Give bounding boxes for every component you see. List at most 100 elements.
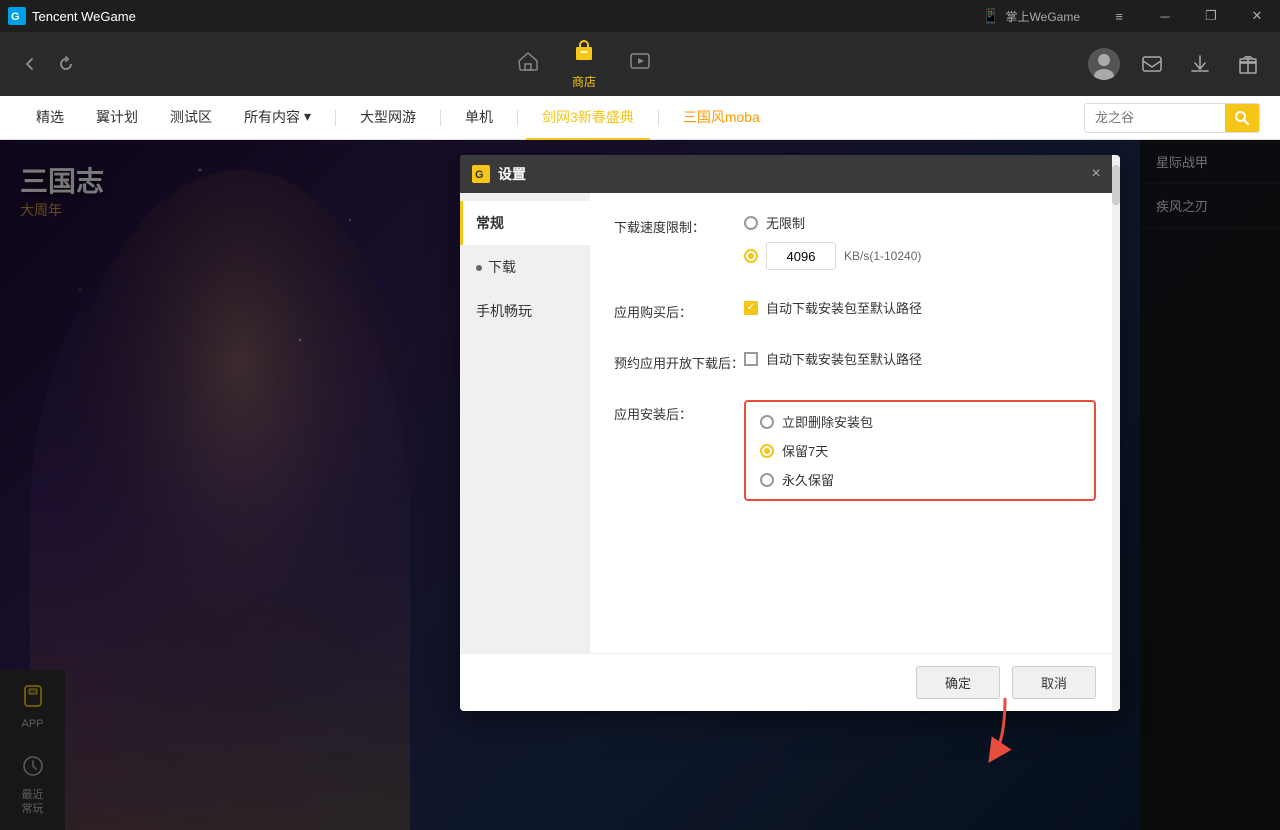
app-logo: G Tencent WeGame	[8, 7, 136, 25]
speed-limit-label: 下载速度限制：	[614, 213, 744, 236]
shop-icon	[572, 39, 596, 69]
after-buy-section: 应用购买后： ✓ 自动下载安装包至默认路径	[614, 298, 1096, 321]
speed-input[interactable]	[766, 242, 836, 270]
keep-forever-label: 永久保留	[782, 470, 834, 489]
nav-jiannwang[interactable]: 剑网3新春盛典	[526, 96, 650, 140]
nav-buttons	[16, 50, 80, 78]
after-install-label: 应用安装后：	[614, 400, 744, 423]
search-input[interactable]	[1085, 110, 1225, 125]
after-install-options-box: 立即删除安装包 保留7天 永久保留	[744, 400, 1096, 501]
sidebar-shoujipangwan[interactable]: 手机畅玩	[460, 289, 590, 333]
after-install-row: 应用安装后： 立即删除安装包 保留7天	[614, 400, 1096, 501]
minimize-btn[interactable]: ─	[1142, 0, 1188, 32]
modal-close-btn[interactable]: ×	[1084, 162, 1108, 186]
avatar[interactable]	[1088, 48, 1120, 80]
logo-icon: G	[8, 7, 26, 25]
after-reserve-row: 预约应用开放下载后： 自动下载安装包至默认路径	[614, 349, 1096, 372]
restore-btn[interactable]: ❐	[1188, 0, 1234, 32]
refresh-btn[interactable]	[52, 50, 80, 78]
gift-btn[interactable]	[1232, 48, 1264, 80]
after-reserve-option: 自动下载安装包至默认路径	[766, 349, 922, 368]
after-buy-checkbox-row: ✓ 自动下载安装包至默认路径	[744, 298, 1096, 317]
nav-jingxuan[interactable]: 精选	[20, 96, 80, 140]
after-buy-checkbox[interactable]: ✓	[744, 301, 758, 315]
toolbar-right	[1088, 48, 1264, 80]
sep3	[517, 110, 518, 126]
keep-7days-row: 保留7天	[760, 441, 1080, 460]
after-buy-row: 应用购买后： ✓ 自动下载安装包至默认路径	[614, 298, 1096, 321]
unlimited-label: 无限制	[766, 213, 805, 232]
speed-radio[interactable]	[744, 249, 758, 263]
speed-limit-controls: 无限制 KB/s(1-10240)	[744, 213, 1096, 270]
sidebar-xiazai[interactable]: 下载	[460, 245, 590, 289]
message-btn[interactable]	[1136, 48, 1168, 80]
window-controls: 📱 掌上WeGame ≡ ─ ❐ ✕	[982, 0, 1280, 32]
keep-forever-radio[interactable]	[760, 473, 774, 487]
tab-video[interactable]	[628, 49, 652, 79]
menu-btn[interactable]: ≡	[1096, 0, 1142, 32]
nav-yijihua[interactable]: 翼计划	[80, 96, 154, 140]
speed-unit: KB/s(1-10240)	[844, 249, 921, 263]
toolbar: 商店	[0, 32, 1280, 96]
confirm-btn[interactable]: 确定	[916, 666, 1000, 699]
tab-shop[interactable]: 商店	[572, 39, 596, 90]
speed-input-row: KB/s(1-10240)	[744, 242, 1096, 270]
modal-titlebar: G 设置 ×	[460, 155, 1120, 193]
titlebar: G Tencent WeGame 📱 掌上WeGame ≡ ─ ❐ ✕	[0, 0, 1280, 32]
unlimited-radio[interactable]	[744, 216, 758, 230]
after-reserve-section: 预约应用开放下载后： 自动下载安装包至默认路径	[614, 349, 1096, 372]
sep1	[335, 110, 336, 126]
back-btn[interactable]	[16, 50, 44, 78]
modal-footer: 确定 取消	[460, 653, 1120, 711]
after-buy-option: 自动下载安装包至默认路径	[766, 298, 922, 317]
tab-home[interactable]	[516, 49, 540, 79]
modal-sidebar: 常规 下载 手机畅玩	[460, 193, 590, 653]
after-install-controls: 立即删除安装包 保留7天 永久保留	[744, 400, 1096, 501]
toolbar-tabs: 商店	[88, 39, 1080, 90]
search-box	[1084, 103, 1260, 133]
shop-label: 商店	[572, 73, 596, 90]
scrollbar-thumb	[1112, 165, 1120, 205]
delete-now-label: 立即删除安装包	[782, 412, 873, 431]
after-reserve-controls: 自动下载安装包至默认路径	[744, 349, 1096, 368]
nav-danjl[interactable]: 单机	[449, 96, 509, 140]
nav-sanguofeng[interactable]: 三国风moba	[667, 96, 776, 140]
search-area	[1084, 103, 1260, 133]
keep-7days-radio[interactable]	[760, 444, 774, 458]
cancel-btn[interactable]: 取消	[1012, 666, 1096, 699]
unlimited-radio-row: 无限制	[744, 213, 1096, 232]
main-content: 三国志 大周年 APP 最近常玩 星际战甲 疾风之刃 G	[0, 140, 1280, 830]
delete-now-row: 立即删除安装包	[760, 412, 1080, 431]
svg-text:G: G	[11, 11, 20, 23]
after-reserve-label: 预约应用开放下载后：	[614, 349, 744, 372]
modal-content: 下载速度限制： 无限制 KB/s(1-10240)	[590, 193, 1120, 653]
modal-overlay: G 设置 × 常规 下载 手机畅玩	[0, 140, 1280, 830]
after-buy-controls: ✓ 自动下载安装包至默认路径	[744, 298, 1096, 317]
sidebar-changgui[interactable]: 常规	[460, 201, 590, 245]
modal-title-icon: G	[472, 165, 490, 183]
brand-right: 📱 掌上WeGame	[982, 8, 1080, 25]
after-install-section: 应用安装后： 立即删除安装包 保留7天	[614, 400, 1096, 501]
app-title: Tencent WeGame	[32, 9, 136, 24]
svg-text:G: G	[475, 169, 484, 181]
sep4	[658, 110, 659, 126]
after-reserve-checkbox[interactable]	[744, 352, 758, 366]
settings-modal: G 设置 × 常规 下载 手机畅玩	[460, 155, 1120, 711]
nav-ceshiqu[interactable]: 测试区	[154, 96, 228, 140]
download-btn[interactable]	[1184, 48, 1216, 80]
video-icon	[628, 49, 652, 79]
nav-daxing[interactable]: 大型网游	[344, 96, 432, 140]
modal-body: 常规 下载 手机畅玩 下载速度限制：	[460, 193, 1120, 653]
delete-now-radio[interactable]	[760, 415, 774, 429]
speed-limit-section: 下载速度限制： 无限制 KB/s(1-10240)	[614, 213, 1096, 270]
nav-suoyouneirong[interactable]: 所有内容 ▾	[228, 96, 327, 140]
dot-icon	[476, 265, 482, 271]
speed-limit-row: 下载速度限制： 无限制 KB/s(1-10240)	[614, 213, 1096, 270]
after-reserve-checkbox-row: 自动下载安装包至默认路径	[744, 349, 1096, 368]
navbar: 精选 翼计划 测试区 所有内容 ▾ 大型网游 单机 剑网3新春盛典 三国风mob…	[0, 96, 1280, 140]
modal-scrollbar[interactable]	[1112, 155, 1120, 711]
home-icon	[516, 49, 540, 79]
modal-title: 设置	[498, 164, 1076, 184]
close-btn[interactable]: ✕	[1234, 0, 1280, 32]
search-button[interactable]	[1225, 103, 1259, 133]
